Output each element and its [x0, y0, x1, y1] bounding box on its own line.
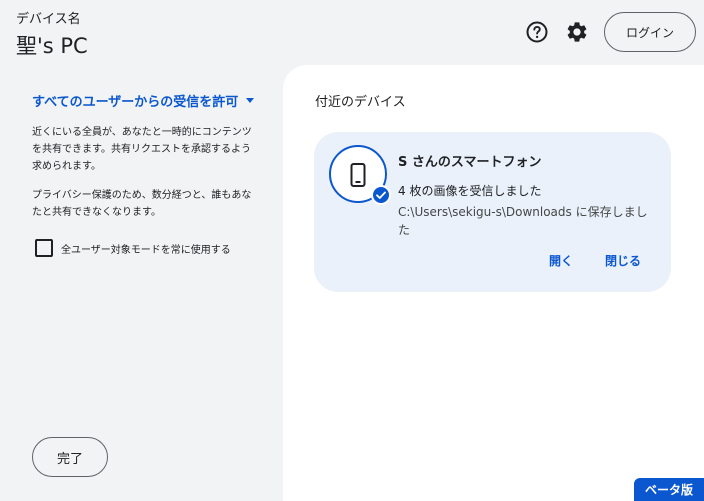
device-card: S さんのスマートフォン 4 枚の画像を受信しました C:\Users\seki… — [314, 132, 671, 292]
done-button[interactable]: 完了 — [32, 437, 108, 477]
dropdown-arrow-icon — [246, 98, 255, 103]
help-icon[interactable] — [525, 20, 549, 44]
check-icon — [371, 185, 391, 205]
visibility-description: 近くにいる全員が、あなたと一時的にコンテンツを共有できます。共有リクエストを承認… — [32, 127, 252, 172]
visibility-dropdown[interactable]: すべてのユーザーからの受信を許可 — [32, 91, 255, 110]
always-everyone-mode-checkbox[interactable] — [35, 239, 53, 257]
save-path: C:\Users\sekigu-s\Downloads に保存しました — [398, 205, 648, 237]
beta-badge: ベータ版 — [634, 478, 704, 501]
open-button[interactable]: 開く — [549, 252, 573, 269]
nearby-share-window: デバイス名 聖's PC ログイン すべてのユーザーからの受信を許可 近くにいる… — [0, 0, 704, 501]
device-name: S さんのスマートフォン — [398, 155, 542, 170]
transfer-status: 4 枚の画像を受信しました — [398, 184, 542, 198]
gear-icon[interactable] — [565, 20, 589, 44]
device-name-label: デバイス名 — [16, 12, 81, 27]
always-everyone-mode-label: 全ユーザー対象モードを常に使用する — [61, 244, 231, 256]
device-name-title: 聖's PC — [16, 34, 88, 58]
smartphone-icon — [350, 163, 366, 187]
privacy-description: プライバシー保護のため、数分経つと、誰もあなたと共有できなくなります。 — [32, 190, 252, 218]
visibility-dropdown-label: すべてのユーザーからの受信を許可 — [32, 95, 239, 110]
login-button[interactable]: ログイン — [604, 12, 696, 52]
close-button[interactable]: 閉じる — [605, 252, 641, 269]
always-everyone-mode-option[interactable]: 全ユーザー対象モードを常に使用する — [35, 239, 231, 257]
device-avatar — [329, 145, 391, 205]
nearby-devices-title: 付近のデバイス — [315, 95, 406, 110]
nearby-devices-panel: 付近のデバイス S さんのスマートフォン 4 枚の画像を受信しました C:\Us… — [283, 65, 704, 501]
